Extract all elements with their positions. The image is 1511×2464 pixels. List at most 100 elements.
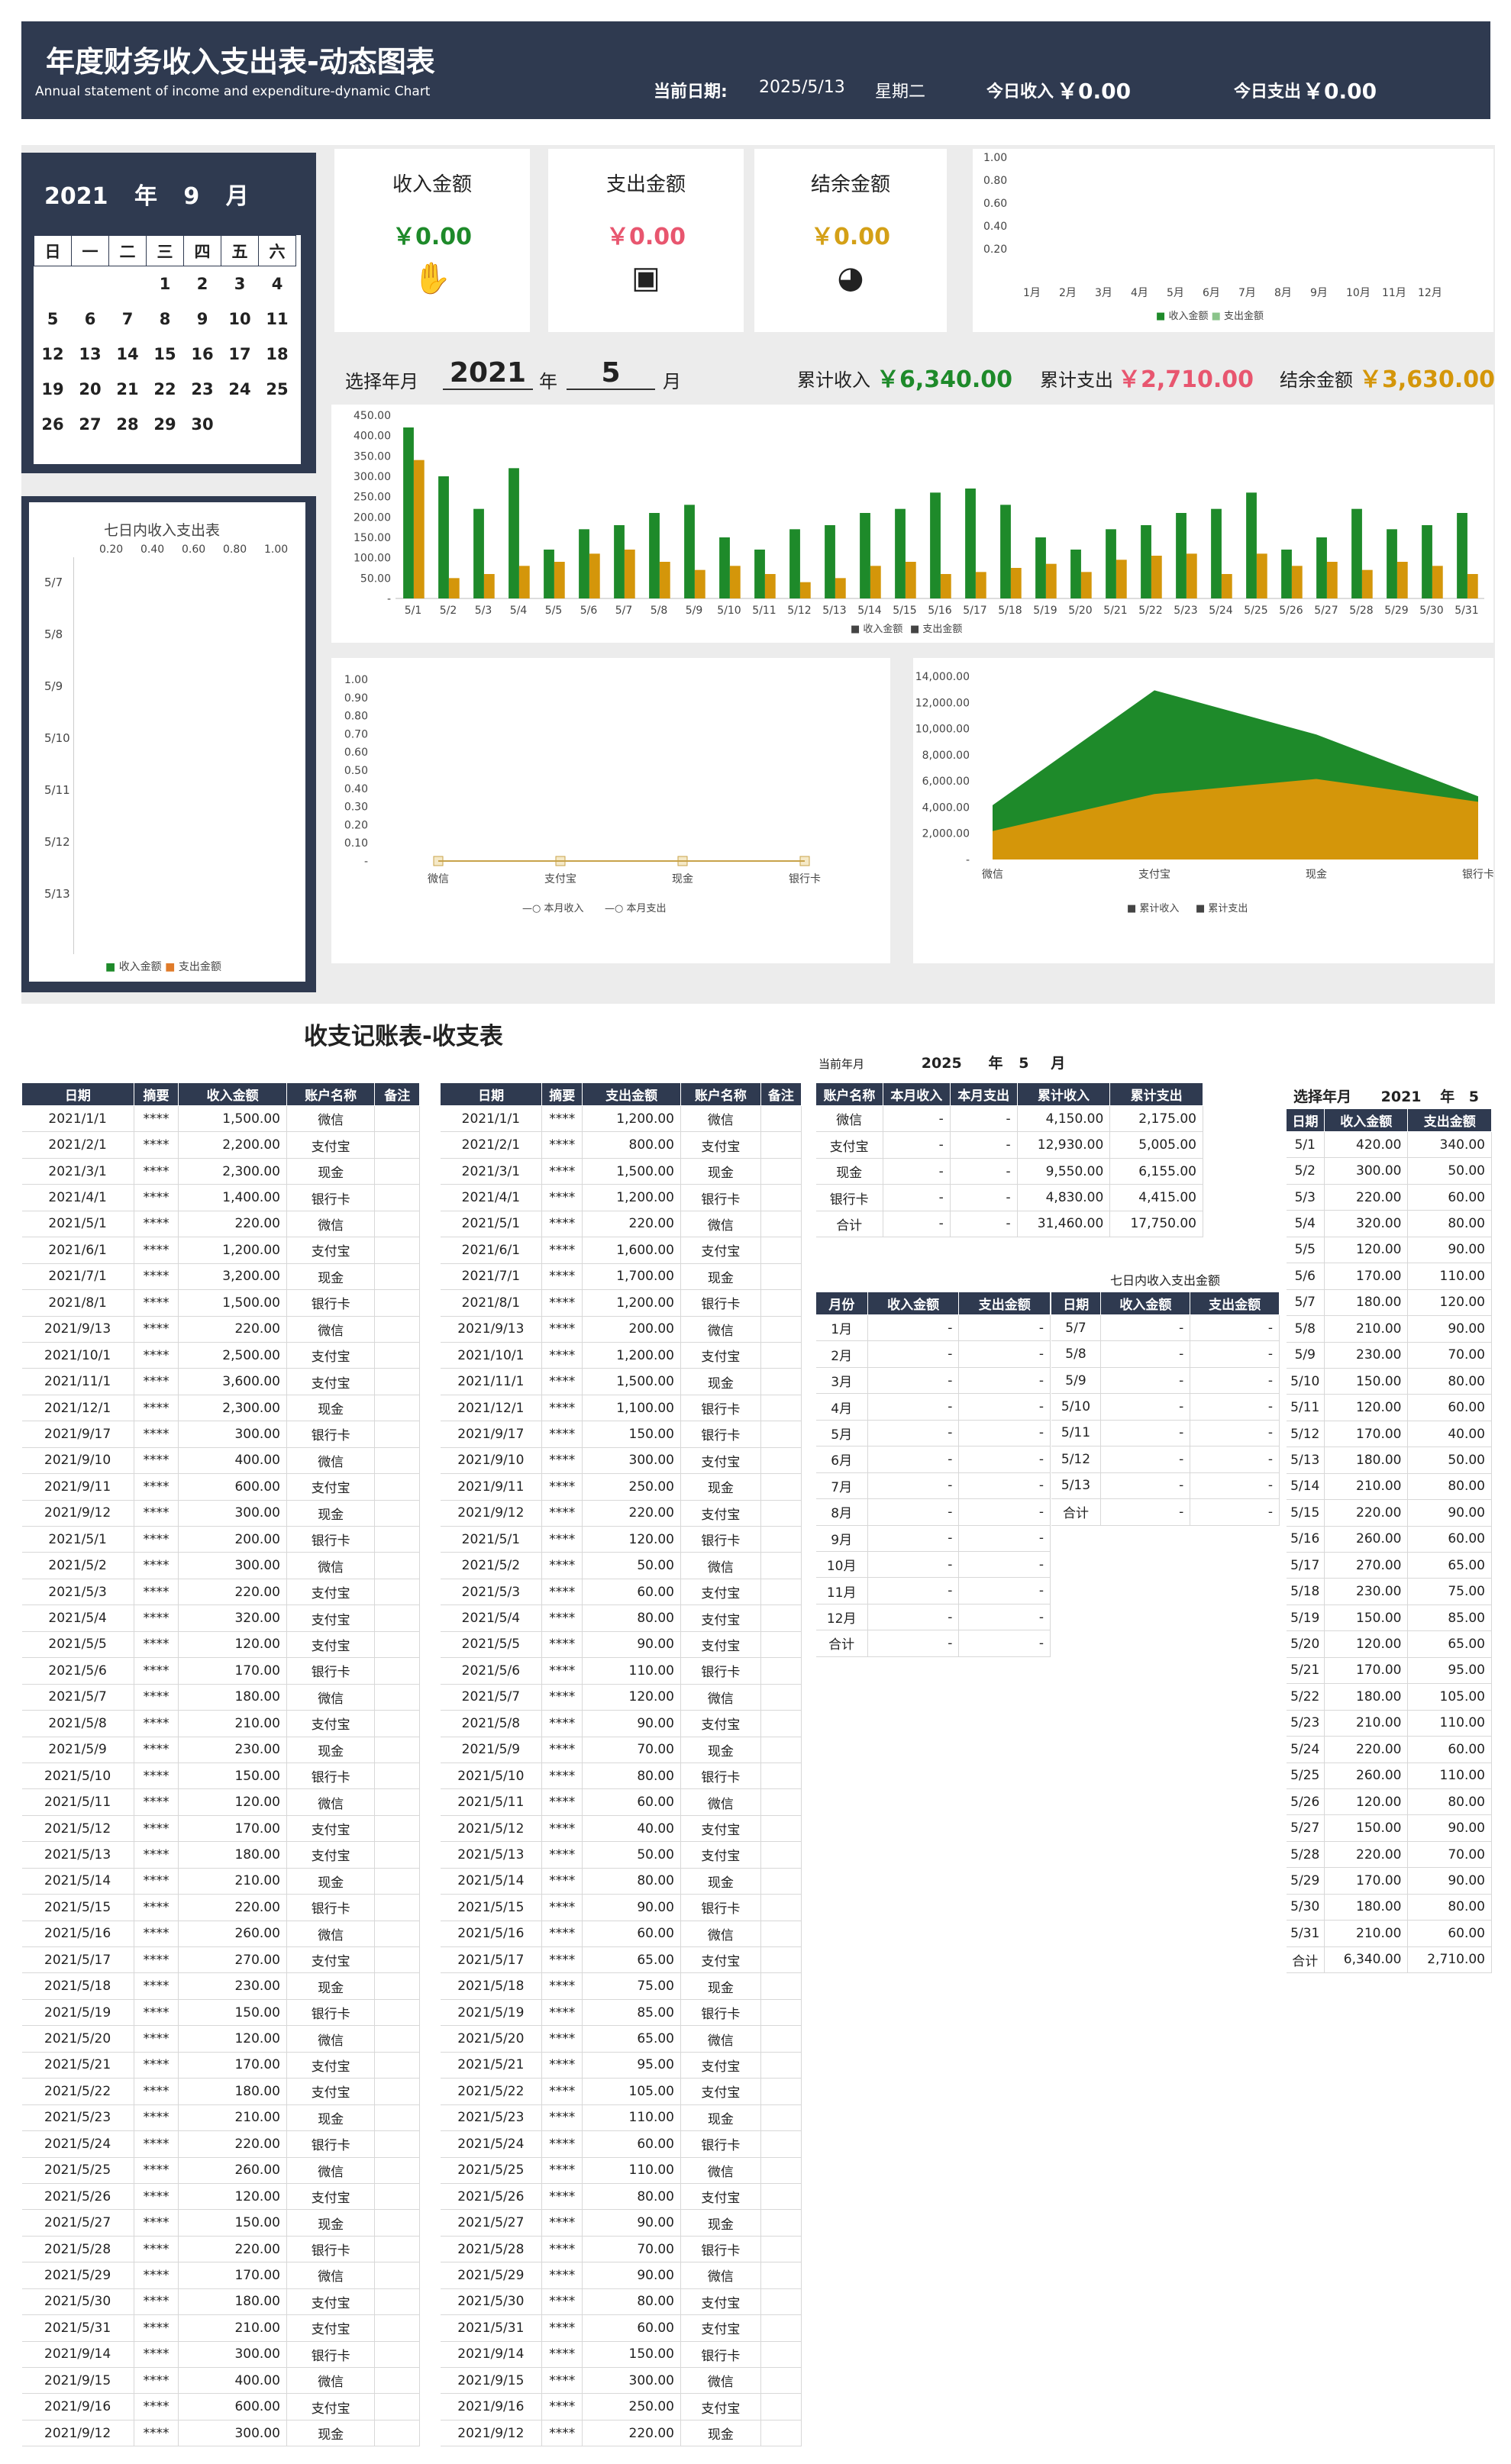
table-cell[interactable]: **** <box>541 1237 583 1264</box>
table-cell[interactable]: 5/6 <box>1286 1263 1325 1290</box>
table-cell[interactable]: 300.00 <box>178 1552 287 1579</box>
table-cell[interactable]: 2021/5/18 <box>21 1972 134 2000</box>
table-cell[interactable]: 2021/5/19 <box>440 1999 543 2027</box>
table-cell[interactable]: 微信 <box>286 1788 376 1816</box>
table-cell[interactable]: - <box>958 1446 1051 1473</box>
table-cell[interactable]: 1,200.00 <box>582 1342 681 1369</box>
table-cell[interactable]: **** <box>134 1131 179 1159</box>
table-cell[interactable]: 70.00 <box>582 2236 681 2263</box>
table-cell[interactable] <box>760 1473 802 1501</box>
table-cell[interactable]: 5,005.00 <box>1109 1131 1203 1159</box>
table-cell[interactable]: 90.00 <box>582 1894 681 1921</box>
table-cell[interactable]: 180.00 <box>1324 1289 1409 1317</box>
calendar-day[interactable]: 6 <box>72 302 109 337</box>
table-cell[interactable] <box>760 1788 802 1816</box>
table-cell[interactable]: 微信 <box>286 1211 376 1238</box>
table-cell[interactable] <box>374 1972 420 2000</box>
table-cell[interactable]: 9,550.00 <box>1017 1158 1111 1185</box>
table-cell[interactable]: 5/7 <box>1286 1289 1325 1317</box>
table-cell[interactable]: 微信 <box>286 1921 376 1948</box>
table-cell[interactable]: 120.00 <box>1324 1630 1409 1658</box>
table-cell[interactable]: 210.00 <box>1324 1315 1409 1343</box>
table-cell[interactable]: **** <box>541 1263 583 1291</box>
table-cell[interactable] <box>374 2393 420 2420</box>
calendar-day[interactable]: 22 <box>147 372 184 407</box>
table-cell[interactable]: 2021/10/1 <box>440 1342 543 1369</box>
table-cell[interactable]: 80.00 <box>582 2183 681 2211</box>
calendar-day[interactable]: 7 <box>109 302 147 337</box>
table-cell[interactable]: - <box>958 1393 1051 1421</box>
table-cell[interactable]: 银行卡 <box>286 1289 376 1317</box>
table-cell[interactable] <box>760 1158 802 1185</box>
table-cell[interactable]: **** <box>541 2393 583 2420</box>
table-cell[interactable] <box>374 2130 420 2158</box>
table-cell[interactable]: 支付宝 <box>680 1237 761 1264</box>
table-cell[interactable]: 5/29 <box>1286 1867 1325 1895</box>
table-cell[interactable]: 220.00 <box>1324 1841 1409 1869</box>
table-cell[interactable]: 230.00 <box>178 1972 287 2000</box>
table-cell[interactable]: - <box>867 1446 960 1473</box>
table-cell[interactable]: **** <box>541 2367 583 2395</box>
table-cell[interactable]: **** <box>134 2314 179 2342</box>
table-cell[interactable]: **** <box>541 1211 583 1238</box>
table-cell[interactable]: - <box>1190 1314 1280 1342</box>
table-cell[interactable] <box>374 1421 420 1448</box>
table-cell[interactable] <box>760 2262 802 2289</box>
table-cell[interactable]: 支付宝 <box>680 1631 761 1659</box>
table-cell[interactable]: 银行卡 <box>680 1763 761 1790</box>
table-cell[interactable] <box>760 1368 802 1395</box>
table-cell[interactable]: - <box>958 1340 1051 1368</box>
table-cell[interactable]: 65.00 <box>582 1946 681 1974</box>
table-cell[interactable]: 1,200.00 <box>178 1237 287 1264</box>
table-cell[interactable]: 支付宝 <box>286 2183 376 2211</box>
table-cell[interactable]: - <box>1190 1498 1280 1526</box>
table-cell[interactable]: **** <box>134 1894 179 1921</box>
table-cell[interactable]: 80.00 <box>1407 1788 1492 1816</box>
table-cell[interactable]: **** <box>541 1447 583 1475</box>
table-cell[interactable]: 2021/5/21 <box>21 2052 134 2079</box>
table-cell[interactable]: **** <box>541 2078 583 2105</box>
table-cell[interactable]: 支付宝 <box>680 2183 761 2211</box>
table-cell[interactable]: 230.00 <box>1324 1578 1409 1605</box>
table-cell[interactable]: 2021/9/12 <box>440 2420 543 2447</box>
table-cell[interactable]: 5月 <box>815 1420 868 1447</box>
table-cell[interactable]: 180.00 <box>178 1841 287 1869</box>
table-cell[interactable] <box>760 1105 802 1133</box>
table-cell[interactable]: 340.00 <box>1407 1131 1492 1159</box>
table-cell[interactable]: 2021/12/1 <box>21 1395 134 1422</box>
table-cell[interactable]: 2021/5/1 <box>21 1211 134 1238</box>
table-cell[interactable]: 2021/5/6 <box>440 1657 543 1685</box>
table-cell[interactable]: - <box>867 1577 960 1605</box>
table-cell[interactable]: 微信 <box>680 2025 761 2053</box>
table-cell[interactable]: 150.00 <box>582 1421 681 1448</box>
table-cell[interactable]: **** <box>541 1552 583 1579</box>
table-cell[interactable]: 4,150.00 <box>1017 1105 1111 1133</box>
table-cell[interactable]: **** <box>134 1921 179 1948</box>
table-cell[interactable]: 5/28 <box>1286 1841 1325 1869</box>
table-cell[interactable]: - <box>883 1158 951 1185</box>
table-cell[interactable]: **** <box>134 1289 179 1317</box>
table-cell[interactable]: **** <box>134 1316 179 1343</box>
table-cell[interactable]: 2021/9/15 <box>21 2367 134 2395</box>
table-cell[interactable]: 4月 <box>815 1393 868 1421</box>
calendar-day[interactable] <box>221 407 259 442</box>
table-cell[interactable]: 1,200.00 <box>582 1289 681 1317</box>
table-cell[interactable] <box>374 1526 420 1553</box>
table-cell[interactable] <box>760 2130 802 2158</box>
table-cell[interactable]: 60.00 <box>1407 1184 1492 1211</box>
table-cell[interactable]: 2021/5/17 <box>21 1946 134 1974</box>
table-cell[interactable]: 现金 <box>680 1868 761 1895</box>
calendar-day[interactable] <box>109 266 147 302</box>
table-cell[interactable]: **** <box>134 2052 179 2079</box>
table-cell[interactable]: - <box>1100 1446 1191 1473</box>
table-cell[interactable]: 180.00 <box>178 2078 287 2105</box>
table-cell[interactable]: **** <box>541 1289 583 1317</box>
table-cell[interactable]: 5/27 <box>1286 1814 1325 1842</box>
table-cell[interactable]: 5/24 <box>1286 1736 1325 1763</box>
table-cell[interactable]: 3月 <box>815 1367 868 1395</box>
table-cell[interactable]: 11月 <box>815 1577 868 1605</box>
table-cell[interactable]: 5/16 <box>1286 1526 1325 1553</box>
table-cell[interactable]: 110.00 <box>1407 1710 1492 1737</box>
table-cell[interactable]: 4,830.00 <box>1017 1184 1111 1211</box>
table-cell[interactable]: 1,600.00 <box>582 1237 681 1264</box>
